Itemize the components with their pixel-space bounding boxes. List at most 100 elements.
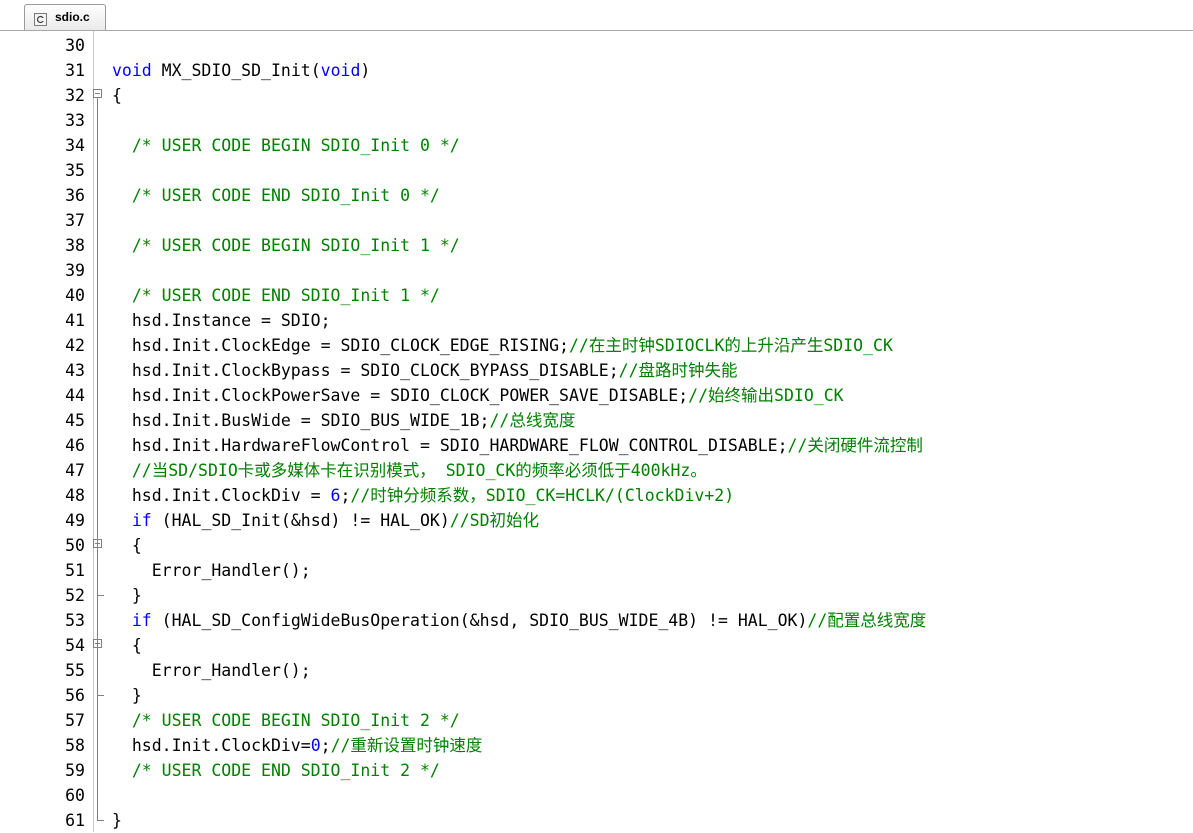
line-number: 50 — [65, 536, 85, 555]
line-number: 41 — [65, 311, 85, 330]
code-token: { — [112, 636, 142, 655]
line-number: 43 — [65, 361, 85, 380]
code-line[interactable]: 34 /* USER CODE BEGIN SDIO_Init 0 */ — [0, 133, 1193, 158]
code-line[interactable]: 30 — [0, 33, 1193, 58]
code-text: hsd.Init.ClockBypass = SDIO_CLOCK_BYPASS… — [112, 358, 738, 383]
fold-guide-line — [97, 98, 98, 820]
line-number: 46 — [65, 436, 85, 455]
code-line[interactable]: 52 } — [0, 583, 1193, 608]
code-line[interactable]: 40 /* USER CODE END SDIO_Init 1 */ — [0, 283, 1193, 308]
code-line[interactable]: 56 } — [0, 683, 1193, 708]
code-line[interactable]: 59 /* USER CODE END SDIO_Init 2 */ — [0, 758, 1193, 783]
code-line[interactable]: 48 hsd.Init.ClockDiv = 6;//时钟分频系数，SDIO_C… — [0, 483, 1193, 508]
line-number: 37 — [65, 211, 85, 230]
code-token: (HAL_SD_Init(&hsd) != HAL_OK) — [151, 511, 450, 530]
line-number: 35 — [65, 161, 85, 180]
code-text: hsd.Init.ClockPowerSave = SDIO_CLOCK_POW… — [112, 383, 844, 408]
code-text: //当SD/SDIO卡或多媒体卡在识别模式， SDIO_CK的频率必须低于400… — [112, 458, 707, 483]
tab-sdio-c[interactable]: sdio.c — [24, 4, 106, 30]
number-token: 0 — [310, 736, 321, 755]
code-text: } — [112, 683, 142, 708]
line-number: 33 — [65, 111, 85, 130]
code-line[interactable]: 54 { — [0, 633, 1193, 658]
code-line[interactable]: 50 { — [0, 533, 1193, 558]
number-token: 6 — [330, 486, 341, 505]
comment-token: //关闭硬件流控制 — [787, 436, 923, 455]
comment-token: //盘路时钟失能 — [618, 361, 738, 380]
keyword-token: void — [320, 61, 361, 80]
code-line[interactable]: 46 hsd.Init.HardwareFlowControl = SDIO_H… — [0, 433, 1193, 458]
fold-end-marker — [97, 683, 104, 696]
keyword-token: if — [131, 511, 152, 530]
code-token: hsd.Init.ClockEdge = SDIO_CLOCK_EDGE_RIS… — [112, 336, 569, 355]
code-line[interactable]: 51 Error_Handler(); — [0, 558, 1193, 583]
code-line[interactable]: 43 hsd.Init.ClockBypass = SDIO_CLOCK_BYP… — [0, 358, 1193, 383]
code-line[interactable]: 45 hsd.Init.BusWide = SDIO_BUS_WIDE_1B;/… — [0, 408, 1193, 433]
fold-end-marker — [97, 808, 104, 821]
code-line[interactable]: 61} — [0, 808, 1193, 833]
line-number: 61 — [65, 811, 85, 830]
code-text: void MX_SDIO_SD_Init(void) — [112, 58, 370, 83]
code-line[interactable]: 49 if (HAL_SD_Init(&hsd) != HAL_OK)//SD初… — [0, 508, 1193, 533]
code-line[interactable]: 60 — [0, 783, 1193, 808]
code-token: hsd.Init.ClockPowerSave = SDIO_CLOCK_POW… — [112, 386, 689, 405]
code-line[interactable]: 33 — [0, 108, 1193, 133]
code-token: MX_SDIO_SD_Init( — [151, 61, 321, 80]
code-text: hsd.Instance = SDIO; — [112, 308, 331, 333]
comment-token: //SD初始化 — [449, 511, 540, 530]
line-number: 55 — [65, 661, 85, 680]
code-line[interactable]: 57 /* USER CODE BEGIN SDIO_Init 2 */ — [0, 708, 1193, 733]
code-text: /* USER CODE END SDIO_Init 2 */ — [112, 758, 440, 783]
comment-token: //总线宽度 — [489, 411, 576, 430]
line-number: 32 — [65, 86, 85, 105]
code-line[interactable]: 58 hsd.Init.ClockDiv=0;//重新设置时钟速度 — [0, 733, 1193, 758]
comment-token: //重新设置时钟速度 — [330, 736, 483, 755]
code-line[interactable]: 44 hsd.Init.ClockPowerSave = SDIO_CLOCK_… — [0, 383, 1193, 408]
comment-token: /* USER CODE BEGIN SDIO_Init 0 */ — [131, 136, 460, 155]
line-number: 49 — [65, 511, 85, 530]
code-line[interactable]: 32 { — [0, 83, 1193, 108]
line-number: 34 — [65, 136, 85, 155]
code-text: /* USER CODE END SDIO_Init 0 */ — [112, 183, 440, 208]
keyword-token: if — [131, 611, 152, 630]
code-line[interactable]: 39 — [0, 258, 1193, 283]
line-number: 57 — [65, 711, 85, 730]
code-line[interactable]: 38 /* USER CODE BEGIN SDIO_Init 1 */ — [0, 233, 1193, 258]
line-number: 52 — [65, 586, 85, 605]
code-line[interactable]: 35 — [0, 158, 1193, 183]
code-line[interactable]: 31 void MX_SDIO_SD_Init(void) — [0, 58, 1193, 83]
code-text: if (HAL_SD_Init(&hsd) != HAL_OK)//SD初始化 — [112, 508, 539, 533]
code-token: { — [112, 86, 122, 105]
line-number: 31 — [65, 61, 85, 80]
code-line[interactable]: 42 hsd.Init.ClockEdge = SDIO_CLOCK_EDGE_… — [0, 333, 1193, 358]
line-number: 42 — [65, 336, 85, 355]
code-editor[interactable]: 30 31 void MX_SDIO_SD_Init(void) 32 {33 34 /*… — [0, 31, 1193, 832]
code-token: ) — [360, 61, 371, 80]
fold-toggle-icon[interactable] — [93, 89, 102, 98]
code-line[interactable]: 37 — [0, 208, 1193, 233]
code-token: } — [112, 586, 142, 605]
comment-token: //始终输出SDIO_CK — [688, 386, 844, 405]
code-line[interactable]: 55 Error_Handler(); — [0, 658, 1193, 683]
fold-end-marker — [97, 583, 104, 596]
code-token: ; — [340, 486, 351, 505]
comment-token: //配置总线宽度 — [807, 611, 927, 630]
code-token: Error_Handler(); — [112, 561, 311, 580]
code-text: Error_Handler(); — [112, 658, 311, 683]
code-text: hsd.Init.ClockDiv = 6;//时钟分频系数，SDIO_CK=H… — [112, 483, 734, 508]
code-token: hsd.Init.ClockDiv= — [112, 736, 311, 755]
line-number: 47 — [65, 461, 85, 480]
code-text: { — [112, 533, 142, 558]
code-line[interactable]: 41 hsd.Instance = SDIO; — [0, 308, 1193, 333]
line-number: 30 — [65, 36, 85, 55]
code-line[interactable]: 36 /* USER CODE END SDIO_Init 0 */ — [0, 183, 1193, 208]
code-line[interactable]: 47 //当SD/SDIO卡或多媒体卡在识别模式， SDIO_CK的频率必须低于… — [0, 458, 1193, 483]
line-number: 39 — [65, 261, 85, 280]
code-token: { — [112, 536, 142, 555]
line-number: 51 — [65, 561, 85, 580]
code-line[interactable]: 53 if (HAL_SD_ConfigWideBusOperation(&hs… — [0, 608, 1193, 633]
